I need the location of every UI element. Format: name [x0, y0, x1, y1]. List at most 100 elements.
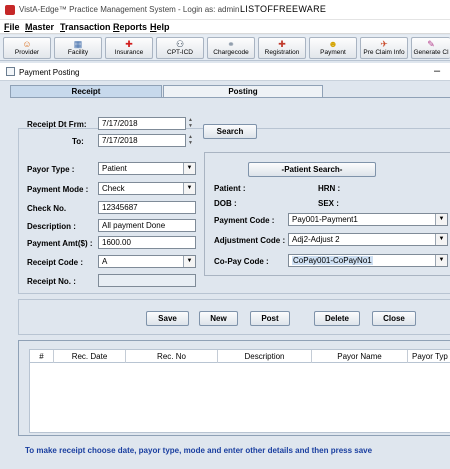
grid-col-payor-type[interactable]: Payor Typ [408, 350, 450, 363]
description-field[interactable]: All payment Done [98, 219, 196, 232]
toolbar-generate-claim-button[interactable]: ✎ Generate Cl [411, 37, 450, 59]
toolbar-generate-claim-label: Generate Cl [413, 49, 449, 56]
toolbar-pre-claim-info-button[interactable]: ✈ Pre Claim Info [360, 37, 408, 59]
payment-amount-label: Payment Amt($) : [27, 239, 93, 248]
watermark-text: LISTOFFREEWARE [240, 4, 327, 14]
search-button[interactable]: Search [203, 124, 257, 139]
chevron-down-icon[interactable]: ▼ [435, 234, 447, 245]
hrn-label: HRN : [318, 184, 341, 193]
window-icon [6, 67, 15, 76]
menu-file[interactable]: File [4, 22, 20, 32]
chevron-down-icon[interactable]: ▼ [183, 163, 195, 174]
description-label: Description : [27, 222, 76, 231]
receipt-code-label: Receipt Code : [27, 258, 84, 267]
grid-col-rec-date[interactable]: Rec. Date [54, 350, 126, 363]
patient-search-button[interactable]: -Patient Search- [248, 162, 376, 177]
payment-code-label: Payment Code : [214, 216, 275, 225]
payment-mode-value: Check [102, 184, 125, 193]
copay-code-label: Co-Pay Code : [214, 257, 269, 266]
app-title-bar: VistA-Edge™ Practice Management System -… [0, 0, 450, 20]
receipt-grid: # Rec. Date Rec. No Description Payor Na… [18, 340, 450, 436]
receipt-no-label: Receipt No. : [27, 277, 76, 286]
save-button[interactable]: Save [146, 311, 189, 326]
provider-icon: ☺ [22, 39, 32, 49]
patient-label: Patient : [214, 184, 246, 193]
receipt-date-to-label: To: [72, 137, 84, 146]
toolbar-payment-label: Payment [320, 49, 346, 56]
toolbar-chargecode-button[interactable]: ⚭ Chargecode [207, 37, 255, 59]
grid-col-number[interactable]: # [30, 350, 54, 363]
toolbar-payment-button[interactable]: ☻ Payment [309, 37, 357, 59]
chevron-down-icon[interactable]: ▼ [183, 256, 195, 267]
date-from-spinner-icon[interactable]: ▲ ▼ [186, 117, 195, 130]
chevron-down-icon[interactable]: ▼ [183, 183, 195, 194]
chargecode-icon: ⚭ [227, 39, 235, 49]
toolbar-provider-button[interactable]: ☺ Provider [3, 37, 51, 59]
minimize-button[interactable]: – [434, 65, 440, 77]
toolbar-pre-claim-info-label: Pre Claim Info [363, 49, 405, 56]
payor-type-select[interactable]: Patient ▼ [98, 162, 196, 175]
toolbar-registration-label: Registration [264, 49, 300, 56]
check-no-label: Check No. [27, 204, 67, 213]
toolbar-registration-button[interactable]: ✚ Registration [258, 37, 306, 59]
grid-col-payor-name[interactable]: Payor Name [312, 350, 408, 363]
grid-col-rec-no[interactable]: Rec. No [126, 350, 218, 363]
instruction-hint: To make receipt choose date, payor type,… [25, 446, 373, 455]
facility-icon: ▦ [73, 39, 83, 49]
grid-header: # Rec. Date Rec. No Description Payor Na… [29, 349, 450, 363]
receipt-date-from-field[interactable]: 7/17/2018 [98, 117, 186, 130]
payment-amount-field[interactable]: 1600.00 [98, 236, 196, 249]
main-toolbar: ☺ Provider ▦ Facility ✚ Insurance ⚇ CPT-… [0, 35, 450, 61]
payment-code-value: Pay001-Payment1 [292, 215, 358, 224]
payment-mode-label: Payment Mode : [27, 185, 89, 194]
menu-master[interactable]: Master [25, 22, 54, 32]
chevron-down-icon[interactable]: ▼ [435, 255, 447, 266]
receipt-date-to-field[interactable]: 7/17/2018 [98, 134, 186, 147]
date-to-spinner-icon[interactable]: ▲ ▼ [186, 134, 195, 147]
toolbar-cpt-icd-button[interactable]: ⚇ CPT-ICD [156, 37, 204, 59]
delete-button[interactable]: Delete [314, 311, 360, 326]
copay-code-value: CoPay001-CoPayNo1 [292, 256, 373, 265]
receipt-code-select[interactable]: A ▼ [98, 255, 196, 268]
sex-label: SEX : [318, 199, 339, 208]
toolbar-insurance-button[interactable]: ✚ Insurance [105, 37, 153, 59]
payment-posting-titlebar: Payment Posting – [0, 63, 450, 81]
chevron-down-icon[interactable]: ▼ [435, 214, 447, 225]
cpt-icd-icon: ⚇ [175, 39, 185, 49]
adjustment-code-select[interactable]: Adj2-Adjust 2 ▼ [288, 233, 448, 246]
close-button[interactable]: Close [372, 311, 416, 326]
adjustment-code-value: Adj2-Adjust 2 [292, 235, 340, 244]
toolbar-facility-button[interactable]: ▦ Facility [54, 37, 102, 59]
post-button[interactable]: Post [250, 311, 290, 326]
app-logo-icon [5, 5, 15, 15]
receipt-code-value: A [102, 257, 108, 266]
menu-bar: File Master Transaction Reports Help [0, 20, 450, 34]
insurance-icon: ✚ [125, 39, 133, 49]
grid-body[interactable] [29, 363, 450, 433]
payor-type-value: Patient [102, 164, 127, 173]
toolbar-insurance-label: Insurance [114, 49, 144, 56]
receipt-date-from-label: Receipt Dt Frm: [27, 120, 87, 129]
payment-icon: ☻ [328, 39, 338, 49]
dob-label: DOB : [214, 199, 237, 208]
generate-claim-icon: ✎ [427, 39, 435, 49]
copay-code-select[interactable]: CoPay001-CoPayNo1 ▼ [288, 254, 448, 267]
adjustment-code-label: Adjustment Code : [214, 236, 286, 245]
app-title: VistA-Edge™ Practice Management System -… [19, 5, 240, 14]
payment-mode-select[interactable]: Check ▼ [98, 182, 196, 195]
pre-claim-info-icon: ✈ [380, 39, 388, 49]
check-no-field[interactable]: 12345687 [98, 201, 196, 214]
menu-help[interactable]: Help [150, 22, 170, 32]
toolbar-chargecode-label: Chargecode [213, 49, 249, 56]
new-button[interactable]: New [199, 311, 238, 326]
payment-code-select[interactable]: Pay001-Payment1 ▼ [288, 213, 448, 226]
toolbar-provider-label: Provider [14, 49, 40, 56]
grid-col-description[interactable]: Description [218, 350, 312, 363]
toolbar-cpt-icd-label: CPT-ICD [167, 49, 193, 56]
tab-divider [10, 97, 450, 98]
payor-type-label: Payor Type : [27, 165, 75, 174]
receipt-no-field [98, 274, 196, 287]
menu-reports[interactable]: Reports [113, 22, 147, 32]
menu-transaction[interactable]: Transaction [60, 22, 111, 32]
toolbar-facility-label: Facility [67, 49, 89, 56]
